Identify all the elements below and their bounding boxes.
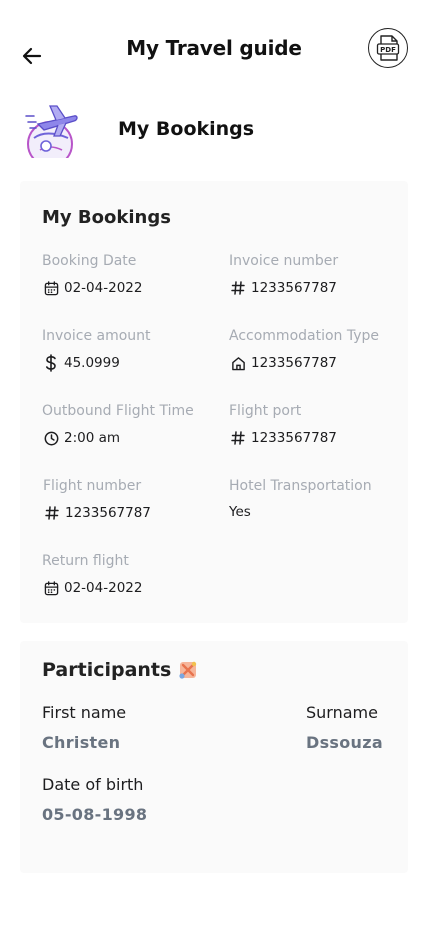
pdf-label: PDF [380, 46, 396, 54]
bookings-card: My Bookings Booking Date 02-04-2022 Invo… [20, 181, 408, 623]
hotel-transportation-field: Hotel Transportation Yes [229, 478, 409, 520]
flight-port-field: Flight port 1233567787 [229, 403, 409, 447]
participants-title: Participants [42, 659, 172, 681]
field-label: Hotel Transportation [229, 478, 372, 494]
field-label: Flight number [43, 478, 142, 494]
field-label: Booking Date [42, 253, 137, 269]
page-title: My Travel guide [126, 36, 302, 60]
dob-label: Date of birth [42, 775, 144, 794]
hash-icon [43, 504, 61, 522]
hero-title: My Bookings [118, 118, 255, 140]
bookings-hero: My Bookings [24, 102, 404, 160]
invoice-number-field: Invoice number 1233567787 [229, 253, 409, 297]
participants-card: Participants First name Christen Surname… [20, 641, 408, 873]
field-value: 02-04-2022 [64, 580, 143, 596]
field-value: Yes [229, 504, 251, 520]
first-name-label: First name [42, 703, 127, 722]
calendar-icon [42, 279, 60, 297]
return-flight-field: Return flight 02-04-2022 [42, 553, 222, 597]
field-value: 1233567787 [65, 505, 151, 521]
participants-header: Participants [42, 659, 199, 681]
field-value: 02-04-2022 [64, 280, 143, 296]
clock-icon [42, 429, 60, 447]
outbound-flight-time-field: Outbound Flight Time 2:00 am [42, 403, 222, 447]
field-label: Invoice number [229, 253, 339, 269]
booking-date-field: Booking Date 02-04-2022 [42, 253, 222, 297]
field-label: Accommodation Type [229, 328, 380, 344]
field-label: Flight port [229, 403, 302, 419]
dollar-icon [42, 354, 60, 372]
field-label: Return flight [42, 553, 129, 569]
first-name-value: Christen [42, 733, 121, 752]
accommodation-type-field: Accommodation Type 1233567787 [229, 328, 409, 372]
home-icon [229, 354, 247, 372]
app-header: My Travel guide PDF [0, 0, 428, 100]
surname-label: Surname [306, 703, 378, 722]
dob-value: 05-08-1998 [42, 805, 148, 824]
surname-value: Dssouza [306, 733, 383, 752]
field-value: 1233567787 [251, 430, 337, 446]
hash-icon [229, 429, 247, 447]
participants-badge-icon [179, 661, 197, 679]
field-value: 45.0999 [64, 355, 120, 371]
bookings-card-title: My Bookings [42, 207, 171, 228]
field-value: 2:00 am [64, 430, 121, 446]
field-value: 1233567787 [251, 280, 337, 296]
field-label: Invoice amount [42, 328, 151, 344]
field-value: 1233567787 [251, 355, 337, 371]
pdf-button[interactable]: PDF [368, 28, 408, 68]
hash-icon [229, 279, 247, 297]
field-label: Outbound Flight Time [42, 403, 194, 419]
flight-number-field: Flight number 1233567787 [43, 478, 223, 522]
invoice-amount-field: Invoice amount 45.0999 [42, 328, 222, 372]
pdf-icon: PDF [376, 35, 400, 61]
airplane-globe-icon [25, 105, 78, 158]
calendar-icon [42, 579, 60, 597]
